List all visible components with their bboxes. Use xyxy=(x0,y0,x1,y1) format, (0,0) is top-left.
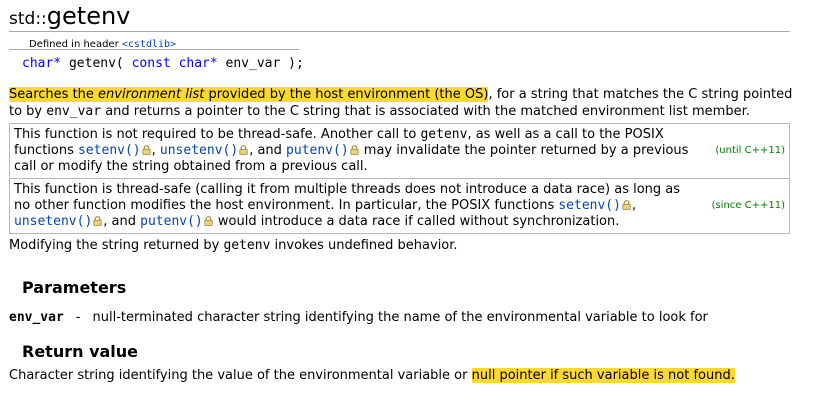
const-keyword: const xyxy=(131,56,171,71)
lock-icon xyxy=(622,200,631,210)
return-value-heading: Return value xyxy=(22,342,139,361)
page-title: std::getenv xyxy=(9,2,130,30)
description-paragraph: Searches the environment list provided b… xyxy=(9,86,799,120)
thread-safety-row-since-cpp11: This function is thread-safe (calling it… xyxy=(10,178,789,233)
lock-icon xyxy=(204,216,213,226)
putenv-link[interactable]: putenv() xyxy=(286,143,349,158)
version-badge-since: (since C++11) xyxy=(711,200,785,211)
row2-text-and: , and xyxy=(103,214,141,229)
setenv-link[interactable]: setenv() xyxy=(78,143,141,158)
parameter-dash: - xyxy=(75,310,81,325)
row1-text-1: This function is not required to be thre… xyxy=(14,127,421,142)
description-highlight-text-2: provided by the host environment (the OS… xyxy=(204,87,489,102)
function-signature: char* getenv( const char* env_var ); xyxy=(22,56,304,71)
row2-text-3: would introduce a data race if called wi… xyxy=(213,214,620,229)
function-call-open: getenv( xyxy=(68,56,124,71)
parameter-name: env_var xyxy=(9,310,64,325)
lock-icon xyxy=(93,216,102,226)
parameters-heading: Parameters xyxy=(22,278,127,297)
row1-text-and: , and xyxy=(249,143,287,158)
param-name-close: env_var ); xyxy=(225,56,304,71)
return-value-text-1: Character string identifying the value o… xyxy=(9,368,472,383)
setenv-link[interactable]: setenv() xyxy=(558,198,621,213)
title-function-name: getenv xyxy=(46,2,131,30)
modify-note-text-1: Modifying the string returned by xyxy=(9,238,224,253)
title-namespace: std:: xyxy=(9,9,47,29)
lock-icon xyxy=(142,145,151,155)
return-value-highlight: null pointer if such variable is not fou… xyxy=(471,368,735,383)
putenv-link[interactable]: putenv() xyxy=(140,214,203,229)
description-highlight-text-1: Searches the xyxy=(9,87,99,102)
lock-icon xyxy=(239,145,248,155)
version-badge-until: (until C++11) xyxy=(715,145,785,156)
modify-note-code: getenv xyxy=(223,238,271,253)
modify-note-text-2: invokes undefined behavior. xyxy=(270,238,458,253)
unsetenv-link[interactable]: unsetenv() xyxy=(14,214,92,229)
return-type: char* xyxy=(22,56,62,71)
modify-note: Modifying the string returned by getenv … xyxy=(9,238,458,253)
return-value-text: Character string identifying the value o… xyxy=(9,368,735,383)
row1-code-getenv: getenv xyxy=(420,127,468,142)
unsetenv-link[interactable]: unsetenv() xyxy=(160,143,238,158)
description-highlight-emphasis: environment list xyxy=(98,87,205,102)
description-code-env-var: env_var xyxy=(46,104,102,119)
thread-safety-row-until-cpp11: This function is not required to be thre… xyxy=(14,127,785,174)
description-highlight: Searches the environment list provided b… xyxy=(9,87,489,102)
parameter-row: env_var - null-terminated character string… xyxy=(9,310,708,325)
description-text-2: and returns a pointer to the C string th… xyxy=(101,104,750,119)
lock-icon xyxy=(350,145,359,155)
parameter-description: null-terminated character string identif… xyxy=(92,310,708,325)
declaration-box: Defined in header <cstdlib> char* getenv… xyxy=(9,38,304,72)
param-type: char* xyxy=(178,56,218,71)
thread-safety-box: This function is not required to be thre… xyxy=(9,123,790,234)
declaration-divider xyxy=(9,49,299,50)
title-divider xyxy=(9,31,790,32)
